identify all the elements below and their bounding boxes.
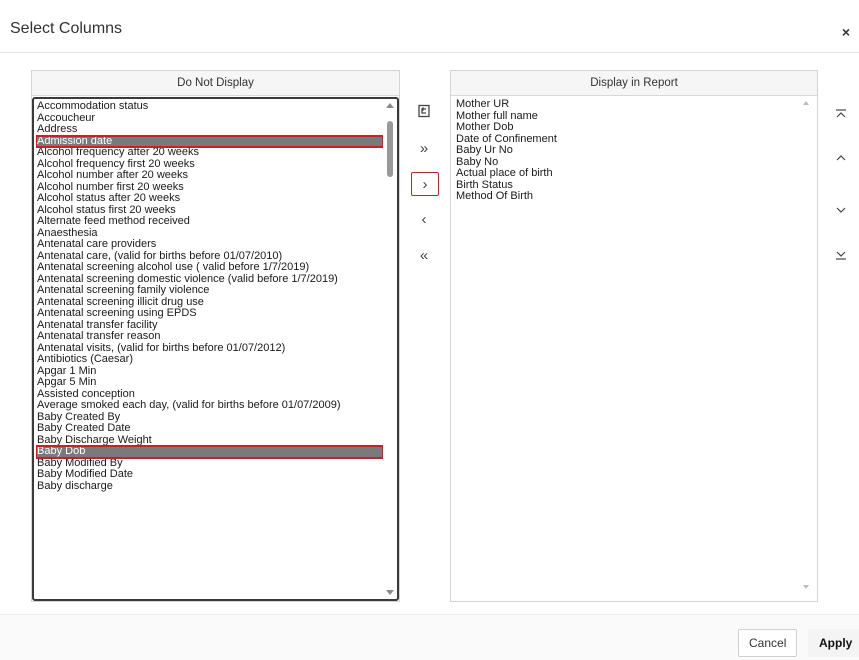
- list-item[interactable]: Baby Discharge Weight: [36, 434, 383, 447]
- list-item[interactable]: Antibiotics (Caesar): [36, 353, 383, 366]
- move-all-left-button[interactable]: «: [411, 244, 437, 266]
- list-item[interactable]: Alternate feed method received: [36, 215, 383, 228]
- chevron-right-icon: ›: [422, 175, 428, 193]
- list-item[interactable]: Address: [36, 123, 383, 136]
- list-item[interactable]: Average smoked each day, (valid for birt…: [36, 399, 383, 412]
- list-item[interactable]: Antenatal screening family violence: [36, 284, 383, 297]
- dialog-title: Select Columns: [10, 20, 123, 37]
- list-item[interactable]: Mother Dob: [455, 121, 801, 134]
- do-not-display-list[interactable]: Accommodation status Accoucheur Address Adm…: [32, 97, 399, 601]
- reset-icon: [418, 104, 430, 118]
- list-item[interactable]: Alcohol frequency after 20 weeks: [36, 146, 383, 159]
- list-item[interactable]: Apgar 5 Min: [36, 376, 383, 389]
- do-not-display-header: Do Not Display: [32, 71, 399, 96]
- move-right-button[interactable]: ›: [411, 172, 439, 196]
- list-item[interactable]: Antenatal screening alcohol use ( valid …: [36, 261, 383, 274]
- move-down-icon: [836, 207, 846, 213]
- left-scrollbar[interactable]: [385, 101, 395, 597]
- list-item[interactable]: Baby Ur No: [455, 144, 801, 157]
- scroll-up-icon[interactable]: [386, 103, 394, 108]
- move-up-button[interactable]: [828, 147, 854, 169]
- move-up-icon: [836, 155, 846, 161]
- right-scroll-up-icon[interactable]: [803, 101, 809, 105]
- dialog-footer: [0, 614, 859, 660]
- display-in-report-list[interactable]: Mother UR Mother full name Mother Dob Date …: [455, 98, 801, 203]
- do-not-display-panel: Do Not Display Accommodation status Accou…: [31, 70, 400, 602]
- list-item[interactable]: Baby Dob: [36, 445, 383, 459]
- do-not-display-items: Accommodation status Accoucheur Address Adm…: [36, 101, 383, 599]
- move-down-button[interactable]: [828, 199, 854, 221]
- list-item[interactable]: Actual place of birth: [455, 167, 801, 180]
- display-in-report-panel: Display in Report Mother UR Mother full n…: [450, 70, 818, 602]
- move-left-button[interactable]: ‹: [411, 208, 437, 230]
- move-to-bottom-button[interactable]: [828, 244, 854, 266]
- list-item[interactable]: Method Of Birth: [455, 190, 801, 203]
- close-icon[interactable]: ×: [837, 23, 855, 41]
- reset-button[interactable]: [411, 100, 437, 122]
- list-item[interactable]: Antenatal transfer reason: [36, 330, 383, 343]
- list-item[interactable]: Accoucheur: [36, 112, 383, 125]
- move-all-right-button[interactable]: »: [411, 137, 437, 159]
- move-bottom-icon: [836, 251, 846, 260]
- move-top-icon: [836, 109, 846, 118]
- right-scroll-down-icon[interactable]: [803, 585, 809, 589]
- double-chevron-left-icon: «: [419, 246, 429, 264]
- scroll-thumb[interactable]: [387, 121, 393, 177]
- chevron-left-icon: ‹: [421, 210, 427, 228]
- dialog-header: Select Columns ×: [0, 0, 859, 53]
- display-in-report-header: Display in Report: [451, 71, 817, 96]
- list-item[interactable]: Accommodation status: [36, 101, 383, 113]
- list-item[interactable]: Baby Created Date: [36, 422, 383, 435]
- list-item[interactable]: Baby discharge: [36, 480, 383, 493]
- list-item[interactable]: Alcohol status after 20 weeks: [36, 192, 383, 205]
- list-item[interactable]: Baby Modified Date: [36, 468, 383, 481]
- scroll-down-icon[interactable]: [386, 590, 394, 595]
- apply-button[interactable]: Apply: [808, 629, 859, 657]
- double-chevron-right-icon: »: [419, 139, 429, 157]
- move-to-top-button[interactable]: [828, 103, 854, 125]
- cancel-button[interactable]: Cancel: [738, 629, 798, 657]
- list-item[interactable]: Antenatal care providers: [36, 238, 383, 251]
- list-item[interactable]: Antenatal screening using EPDS: [36, 307, 383, 320]
- list-item[interactable]: Mother UR: [455, 98, 801, 111]
- list-item[interactable]: Alcohol number after 20 weeks: [36, 169, 383, 182]
